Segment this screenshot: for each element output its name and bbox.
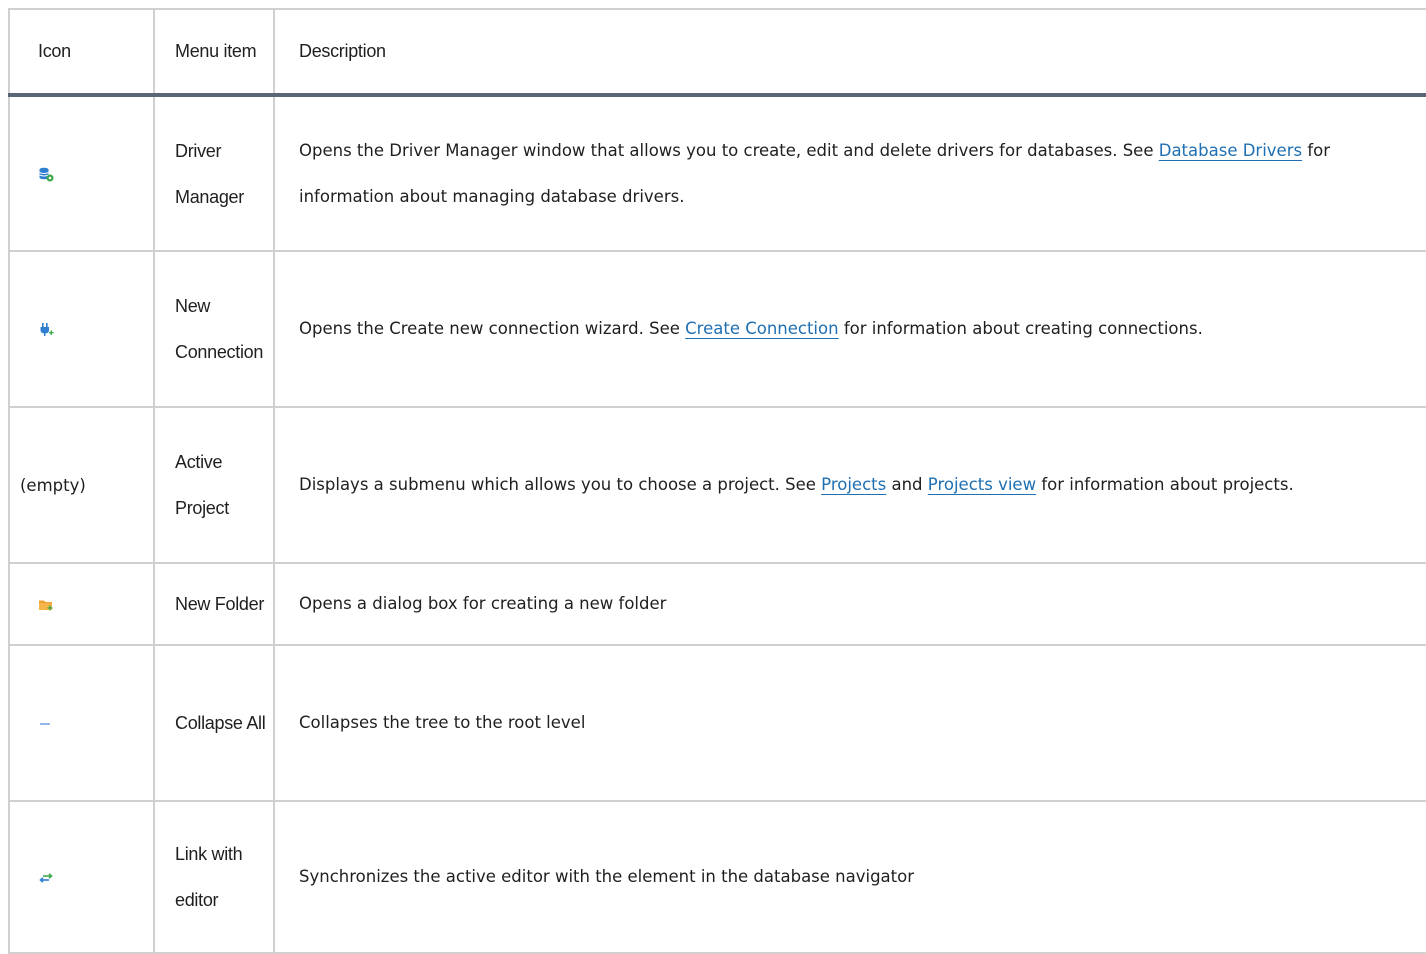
header-description: Description (273, 8, 1426, 97)
empty-icon-text: (empty) (20, 475, 86, 495)
desc-text: for information about creating connectio… (838, 319, 1203, 338)
description-driver-manager: Opens the Driver Manager window that all… (273, 95, 1426, 252)
table-row: (empty) Active Project Displays a submen… (8, 407, 1426, 564)
description-new-folder: Opens a dialog box for creating a new fo… (273, 563, 1426, 646)
table-header-row: Icon Menu item Description (8, 8, 1426, 97)
menu-items-table: Icon Menu item Description Driver Manage… (8, 8, 1426, 954)
icon-cell (8, 95, 154, 252)
desc-text: Collapses the tree to the root level (299, 713, 586, 732)
desc-text: Opens the Driver Manager window that all… (299, 140, 1159, 160)
menu-item-link-with-editor: Link with editor (153, 801, 274, 954)
table-row: New Folder Opens a dialog box for creati… (8, 563, 1426, 646)
table-row: Link with editor Synchronizes the active… (8, 801, 1426, 954)
link-projects-view[interactable]: Projects view (928, 475, 1036, 494)
icon-cell (8, 645, 154, 802)
description-new-connection: Opens the Create new connection wizard. … (273, 251, 1426, 408)
menu-item-driver-manager: Driver Manager (153, 95, 274, 252)
menu-item-active-project: Active Project (153, 407, 274, 564)
icon-cell: (empty) (8, 407, 154, 564)
desc-text: Opens a dialog box for creating a new fo… (299, 594, 667, 613)
menu-item-collapse-all: Collapse All (153, 645, 274, 802)
icon-cell (8, 251, 154, 408)
table-row: Collapse All Collapses the tree to the r… (8, 645, 1426, 802)
icon-cell (8, 563, 154, 646)
link-create-connection[interactable]: Create Connection (685, 319, 838, 338)
link-with-editor-icon (38, 870, 54, 886)
menu-item-new-connection: New Connection (153, 251, 274, 408)
description-collapse-all: Collapses the tree to the root level (273, 645, 1426, 802)
header-icon: Icon (8, 8, 154, 97)
description-active-project: Displays a submenu which allows you to c… (273, 407, 1426, 564)
menu-item-new-folder: New Folder (153, 563, 274, 646)
new-folder-icon (38, 597, 54, 613)
description-link-with-editor: Synchronizes the active editor with the … (273, 801, 1426, 954)
icon-cell (8, 801, 154, 954)
driver-manager-icon (38, 166, 54, 182)
header-menu-item: Menu item (153, 8, 274, 97)
desc-text: for information about projects. (1036, 475, 1294, 494)
desc-text: and (886, 475, 928, 494)
new-connection-icon (38, 322, 54, 338)
table-row: Driver Manager Opens the Driver Manager … (8, 95, 1426, 252)
collapse-all-icon (38, 716, 54, 732)
desc-text: Synchronizes the active editor with the … (299, 867, 915, 886)
desc-text: Displays a submenu which allows you to c… (299, 475, 822, 494)
table-row: New Connection Opens the Create new conn… (8, 251, 1426, 408)
desc-text: Opens the Create new connection wizard. … (299, 319, 686, 338)
link-database-drivers[interactable]: Database Drivers (1159, 141, 1302, 160)
link-projects[interactable]: Projects (821, 475, 886, 494)
